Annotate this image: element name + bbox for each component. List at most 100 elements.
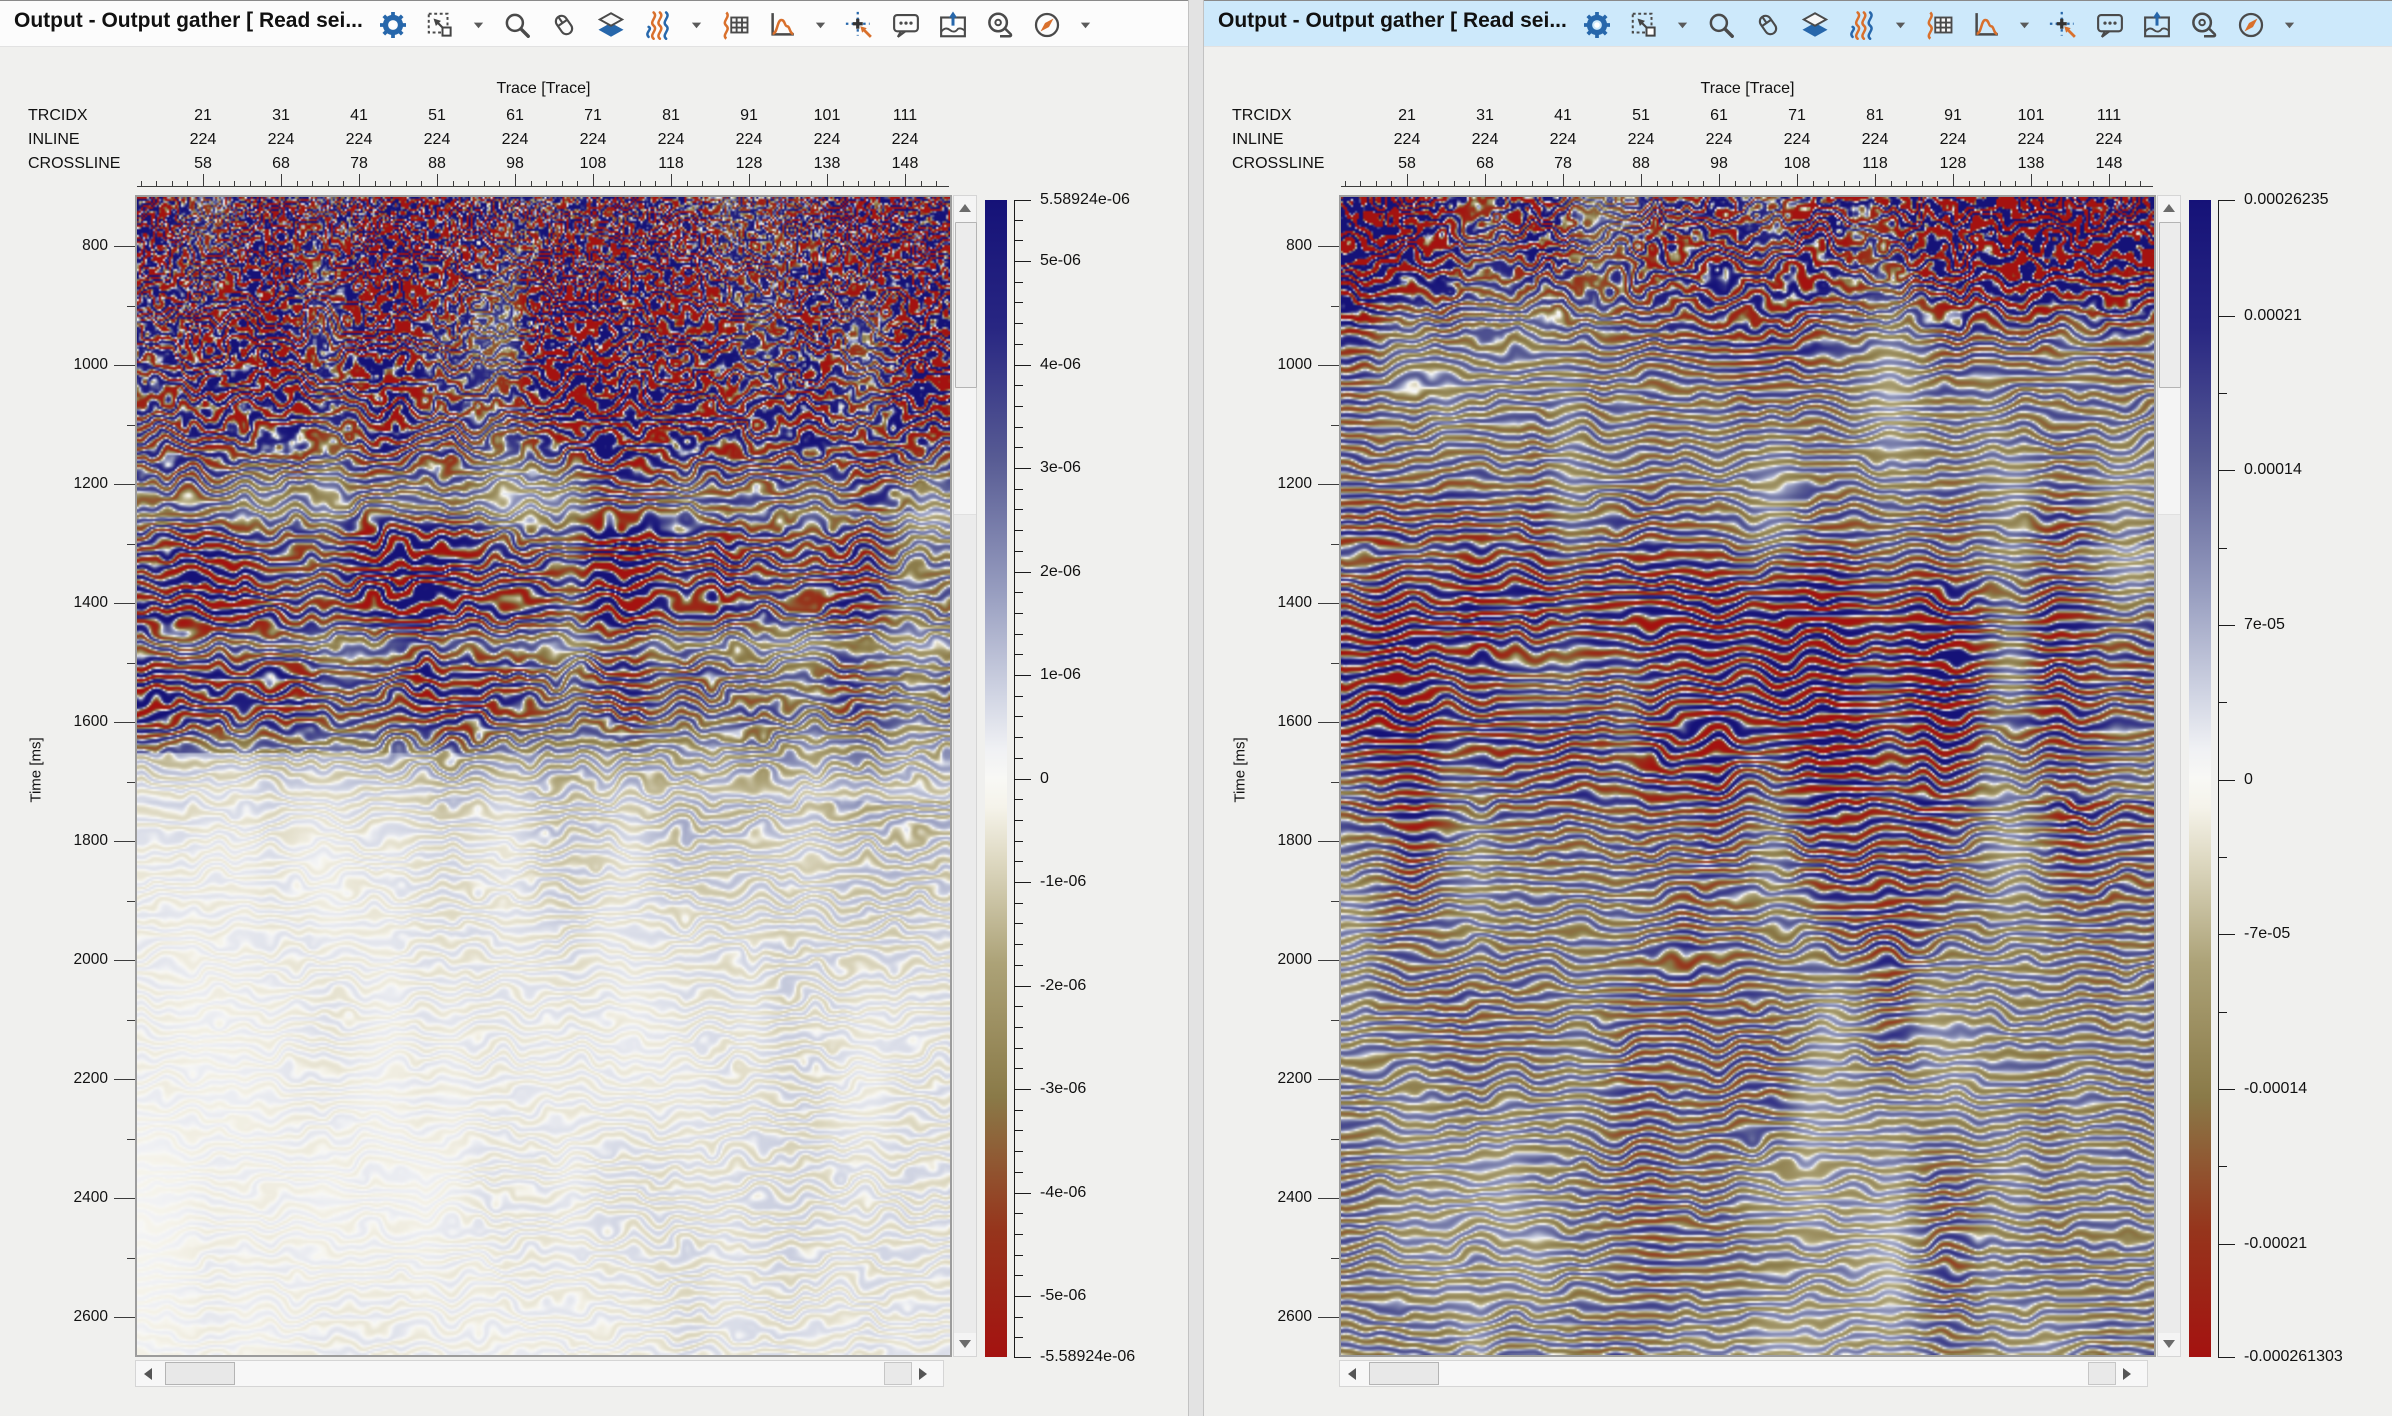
- scroll-down-button[interactable]: [954, 1333, 976, 1355]
- annotation-icon[interactable]: [2095, 10, 2125, 40]
- trace-minor-tick: [1345, 181, 1346, 186]
- compass-icon[interactable]: [1032, 10, 1062, 40]
- vertical-scrollbar-track[interactable]: [954, 514, 976, 1333]
- trace-minor-tick: [390, 181, 391, 186]
- scroll-left-button[interactable]: [1341, 1362, 1363, 1385]
- time-major-tick: [1318, 1198, 1341, 1199]
- chevron-down-icon[interactable]: [2283, 19, 2296, 31]
- scroll-up-button[interactable]: [954, 197, 976, 219]
- header-row-label-trcidx: TRCIDX: [1232, 107, 1352, 131]
- chevron-down-icon[interactable]: [690, 19, 703, 31]
- scroll-right-button[interactable]: [912, 1362, 934, 1385]
- trace-minor-tick: [531, 181, 532, 186]
- colorbar-major-tick: [2218, 1244, 2235, 1245]
- trace-header-value-inline: 224: [398, 131, 476, 155]
- header-row-label-crossline: CROSSLINE: [1232, 155, 1352, 179]
- mouse-control-icon[interactable]: [549, 10, 579, 40]
- select-region-icon[interactable]: [1629, 10, 1659, 40]
- vertical-scrollbar-thumb[interactable]: [2159, 222, 2181, 388]
- horizontal-scrollbar-thumb[interactable]: [1369, 1362, 1439, 1385]
- time-tick-label: 2400: [20, 1189, 108, 1207]
- time-major-tick: [114, 960, 137, 961]
- trace-major-tick: [905, 174, 906, 186]
- header-row-label-crossline: CROSSLINE: [28, 155, 148, 179]
- scroll-left-button[interactable]: [137, 1362, 159, 1385]
- scroll-up-button[interactable]: [2158, 197, 2180, 219]
- time-tick-label: 2000: [1224, 951, 1312, 969]
- colorbar-minor-tick: [1014, 758, 1023, 759]
- horizontal-scrollbar-thumb[interactable]: [165, 1362, 235, 1385]
- vertical-scrollbar-track[interactable]: [2158, 514, 2180, 1333]
- histogram-icon[interactable]: [1971, 10, 2001, 40]
- trace-minor-tick: [1501, 181, 1502, 186]
- chevron-down-icon[interactable]: [1079, 19, 1092, 31]
- chevron-down-icon[interactable]: [814, 19, 827, 31]
- seismic-image[interactable]: [137, 197, 950, 1355]
- trace-minor-tick: [1750, 181, 1751, 186]
- zoom-icon[interactable]: [1706, 10, 1736, 40]
- colorbar-tick-label: -0.00021: [2244, 1235, 2392, 1253]
- trace-minor-tick: [640, 181, 641, 186]
- trace-minor-tick: [328, 181, 329, 186]
- trace-minor-tick: [1906, 181, 1907, 186]
- colorbar-major-tick: [1014, 779, 1031, 780]
- colorbar-major-tick: [2218, 200, 2235, 201]
- trace-minor-tick: [780, 181, 781, 186]
- histogram-icon[interactable]: [767, 10, 797, 40]
- annotation-icon[interactable]: [891, 10, 921, 40]
- scroll-right-button[interactable]: [2116, 1362, 2138, 1385]
- scroll-down-button[interactable]: [2158, 1333, 2180, 1355]
- measure-icon[interactable]: [2189, 10, 2219, 40]
- measure-icon[interactable]: [985, 10, 1015, 40]
- settings-gear-icon[interactable]: [378, 10, 408, 40]
- snapshot-export-icon[interactable]: [938, 10, 968, 40]
- position-crosshair-icon[interactable]: [2048, 10, 2078, 40]
- colorbar-minor-tick: [1014, 1027, 1023, 1028]
- snapshot-export-icon[interactable]: [2142, 10, 2172, 40]
- chevron-down-icon[interactable]: [2018, 19, 2031, 31]
- vertical-scrollbar-thumb[interactable]: [955, 222, 977, 388]
- trace-table-icon[interactable]: [720, 10, 750, 40]
- colorbar-minor-tick: [1014, 220, 1023, 221]
- wiggle-display-icon[interactable]: [643, 10, 673, 40]
- panel-titlebar[interactable]: Output - Output gather [ Read sei...: [0, 0, 1188, 47]
- horizontal-scrollbar[interactable]: [1339, 1360, 2148, 1387]
- trace-minor-tick: [562, 181, 563, 186]
- position-crosshair-icon[interactable]: [844, 10, 874, 40]
- chevron-down-icon[interactable]: [1676, 19, 1689, 31]
- seismic-image[interactable]: [1341, 197, 2154, 1355]
- trace-header-value-trcidx: 81: [1836, 107, 1914, 131]
- vertical-scrollbar[interactable]: [2157, 195, 2181, 1357]
- trace-minor-tick: [453, 181, 454, 186]
- colorbar-minor-tick: [1014, 965, 1023, 966]
- trace-minor-tick: [1516, 181, 1517, 186]
- horizontal-scrollbar-block[interactable]: [884, 1362, 912, 1385]
- wiggle-display-icon[interactable]: [1847, 10, 1877, 40]
- colorbar-minor-tick: [1014, 385, 1023, 386]
- trace-header-value-inline: 224: [1680, 131, 1758, 155]
- mouse-control-icon[interactable]: [1753, 10, 1783, 40]
- trace-minor-tick: [141, 181, 142, 186]
- vertical-scrollbar[interactable]: [953, 195, 977, 1357]
- horizontal-scrollbar[interactable]: [135, 1360, 944, 1387]
- select-region-icon[interactable]: [425, 10, 455, 40]
- layers-icon[interactable]: [596, 10, 626, 40]
- trace-minor-tick: [1672, 181, 1673, 186]
- trace-minor-tick: [2140, 181, 2141, 186]
- chevron-down-icon[interactable]: [472, 19, 485, 31]
- settings-gear-icon[interactable]: [1582, 10, 1612, 40]
- trace-minor-tick: [702, 181, 703, 186]
- panel-titlebar[interactable]: Output - Output gather [ Read sei...: [1204, 0, 2392, 47]
- colorbar-tick-label: 2e-06: [1040, 563, 1200, 581]
- colorbar-minor-tick: [1014, 447, 1023, 448]
- time-major-tick: [1318, 1079, 1341, 1080]
- colorbar-minor-tick: [1014, 799, 1023, 800]
- trace-table-icon[interactable]: [1924, 10, 1954, 40]
- compass-icon[interactable]: [2236, 10, 2266, 40]
- layers-icon[interactable]: [1800, 10, 1830, 40]
- trace-header-value-inline: 224: [2070, 131, 2148, 155]
- chevron-down-icon[interactable]: [1894, 19, 1907, 31]
- colorbar-minor-tick: [1014, 1110, 1023, 1111]
- zoom-icon[interactable]: [502, 10, 532, 40]
- horizontal-scrollbar-block[interactable]: [2088, 1362, 2116, 1385]
